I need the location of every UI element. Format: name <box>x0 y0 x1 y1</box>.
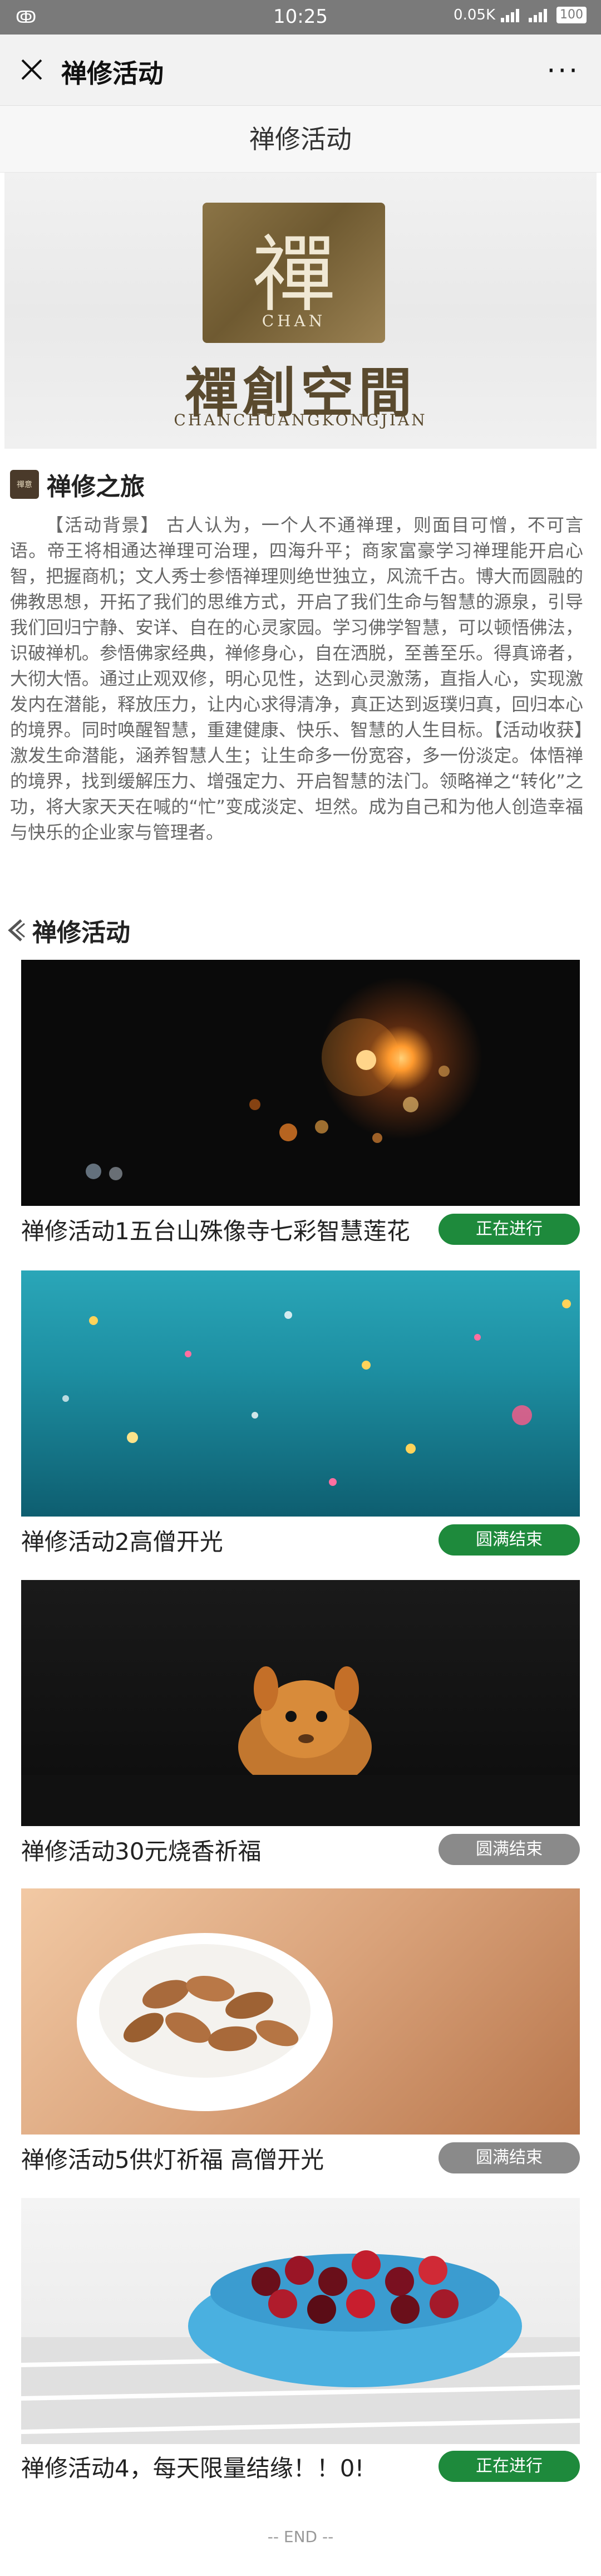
status-badge: 正在进行 <box>439 1214 580 1245</box>
activity-image-sparkler[interactable] <box>21 960 580 1206</box>
signal-icon-2 <box>529 9 547 22</box>
brand-pinyin: CHANCHUANGKONGJIAN <box>174 411 427 429</box>
activity-image-almonds[interactable] <box>21 1888 580 2135</box>
zen-badge-icon: 禪意 <box>10 470 39 499</box>
more-options-button[interactable]: ··· <box>546 55 580 87</box>
network-speed: 0.05K <box>454 7 495 23</box>
banner-logo: 禪 CHAN 禪創空間 CHANCHUANGKONGJIAN <box>4 173 597 449</box>
close-icon[interactable] <box>19 57 45 82</box>
activity-title[interactable]: 禅修活动30元烧香祈福 <box>21 1833 433 1867</box>
sparkler-illustration <box>86 1018 450 1180</box>
activity-title[interactable]: 禅修活动5供灯祈福 高僧开光 <box>21 2141 433 2175</box>
status-badge: 正在进行 <box>439 2451 580 2482</box>
intro-text: 【活动背景】 古人认为，一个人不通禅理，则面目可憎，不可言语。帝王将相通达禅理可… <box>10 514 583 843</box>
status-badge: 圆满结束 <box>439 1524 580 1556</box>
seal-subtitle: CHAN <box>262 312 326 330</box>
page-title: 禅修活动 <box>0 106 601 173</box>
battery-icon: 100 <box>556 7 587 23</box>
activity-image-confetti[interactable] <box>21 1270 580 1517</box>
signal-icon <box>501 9 519 22</box>
activities-header: 禅修活动 <box>4 913 130 948</box>
activity-image-squirrel[interactable] <box>21 1580 580 1826</box>
activities-title: 禅修活动 <box>32 919 130 947</box>
activity-title[interactable]: 禅修活动1五台山殊像寺七彩智慧莲花 <box>21 1213 433 1247</box>
activity-title[interactable]: 禅修活动4，每天限量结缘！！0! <box>21 2450 433 2484</box>
squirrel-illustration <box>21 1666 580 1826</box>
activity-title[interactable]: 禅修活动2高僧开光 <box>21 1523 433 1557</box>
intro-header: 禪意 禅修之旅 <box>10 469 145 501</box>
window-title: 禅修活动 <box>61 58 164 89</box>
confetti-illustration <box>62 1299 571 1486</box>
almonds-illustration <box>77 1933 333 2111</box>
status-badge: 圆满结束 <box>439 2142 580 2173</box>
status-badge: 圆满结束 <box>439 1834 580 1865</box>
seal-character: 禪 <box>252 227 336 323</box>
status-indicators: 0.05K 100 <box>454 7 587 23</box>
intro-title: 禅修之旅 <box>47 473 145 501</box>
activity-image-fruit-bowl[interactable] <box>21 2198 580 2444</box>
title-bar: 禅修活动 ··· <box>0 35 601 106</box>
fruit-bowl-illustration <box>21 2250 580 2444</box>
status-bar: ↂ 10:25 0.05K 100 <box>0 0 601 35</box>
end-marker: -- END -- <box>267 2528 334 2546</box>
chevron-left-icon <box>8 919 25 941</box>
